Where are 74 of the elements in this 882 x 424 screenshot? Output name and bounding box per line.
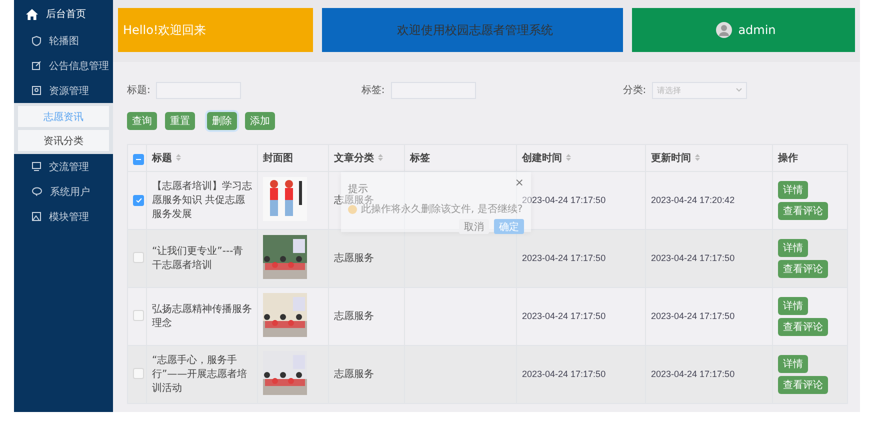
row-action-button[interactable]: 查看评论 bbox=[778, 202, 828, 220]
table-cell: “让我们更专业”---青干志愿者培训 bbox=[152, 246, 244, 270]
table-cell: 志愿服务 bbox=[334, 194, 374, 206]
minus-icon bbox=[136, 158, 141, 160]
column-header: 创建时间 bbox=[522, 153, 562, 164]
edit-icon bbox=[32, 61, 41, 70]
table-cell: 【志愿者培训】学习志愿服务知识 共促志愿服务发展 bbox=[152, 180, 252, 220]
dialog-button[interactable]: 取消 bbox=[459, 219, 489, 234]
table-cell: 2023-04-24 17:17:50 bbox=[651, 369, 735, 379]
dialog-title: 提示 bbox=[348, 184, 368, 195]
row-action-button[interactable]: 查看评论 bbox=[778, 260, 828, 278]
column-header: 文章分类 bbox=[334, 153, 374, 164]
table-cell: 2023-04-24 17:17:50 bbox=[522, 195, 606, 205]
row-action-button[interactable]: 详情 bbox=[778, 181, 808, 199]
submenu-item[interactable]: 志愿资讯 bbox=[18, 106, 109, 127]
table-cell: 2023-04-24 17:17:50 bbox=[522, 311, 606, 321]
table-cell: 2023-04-24 17:17:50 bbox=[651, 253, 735, 263]
sidebar-title: 后台首页 bbox=[46, 8, 86, 21]
sort-icon[interactable] bbox=[176, 154, 181, 161]
sort-icon[interactable] bbox=[695, 154, 700, 161]
column-header: 操作 bbox=[778, 153, 798, 164]
column-header: 更新时间 bbox=[651, 153, 691, 164]
document-icon bbox=[32, 86, 41, 95]
sidebar-item[interactable]: 资源管理 bbox=[14, 78, 113, 103]
banner-text: 欢迎使用校园志愿者管理系统 bbox=[397, 22, 553, 38]
field-label: 分类: bbox=[622, 84, 646, 97]
sidebar-item[interactable]: 轮播图 bbox=[14, 28, 113, 53]
table-cell: 2023-04-24 17:17:50 bbox=[522, 253, 606, 263]
chevron-icon bbox=[736, 88, 742, 92]
column-header: 标签 bbox=[410, 153, 430, 164]
sidebar-item[interactable]: 系统用户 bbox=[14, 179, 113, 204]
table-cell: 2023-04-24 17:20:42 bbox=[651, 195, 735, 205]
monitor-icon bbox=[32, 162, 41, 171]
sidebar-item[interactable]: 公告信息管理 bbox=[14, 53, 113, 78]
image-icon bbox=[32, 212, 41, 221]
sidebar-item[interactable]: 模块管理 bbox=[14, 204, 113, 229]
row-action-button[interactable]: 详情 bbox=[778, 355, 808, 373]
table-cell: 2023-04-24 17:17:50 bbox=[651, 311, 735, 321]
checkbox[interactable] bbox=[133, 195, 144, 206]
field-label: 标签: bbox=[361, 84, 385, 97]
row-action-button[interactable]: 详情 bbox=[778, 297, 808, 315]
table-cell: “志愿手心，服务手行”——开展志愿者培训活动 bbox=[152, 354, 248, 394]
column-header: 封面图 bbox=[263, 153, 293, 164]
action-button[interactable]: 删除 bbox=[207, 112, 237, 130]
dialog-button[interactable]: 确定 bbox=[494, 219, 524, 234]
action-button[interactable]: 重置 bbox=[165, 112, 195, 130]
submenu-item[interactable]: 资讯分类 bbox=[18, 130, 109, 151]
table-cell: 志愿服务 bbox=[334, 252, 374, 264]
sort-icon[interactable] bbox=[566, 154, 571, 161]
column-header: 标题 bbox=[152, 153, 172, 164]
row-action-button[interactable]: 详情 bbox=[778, 239, 808, 257]
table-cell: 志愿服务 bbox=[334, 310, 374, 322]
row-action-button[interactable]: 查看评论 bbox=[778, 318, 828, 336]
select-field[interactable]: 请选择 bbox=[652, 82, 748, 98]
row-action-button[interactable]: 查看评论 bbox=[778, 376, 828, 394]
action-button[interactable]: 添加 bbox=[245, 112, 275, 130]
close-button[interactable]: × bbox=[514, 176, 524, 189]
dialog-message: 此操作将永久删除该文件, 是否继续? bbox=[361, 204, 523, 216]
table-cell: 志愿服务 bbox=[334, 368, 374, 380]
home-icon bbox=[26, 8, 38, 20]
banner-text: Hello!欢迎回来 bbox=[123, 22, 206, 38]
checkbox[interactable] bbox=[133, 154, 144, 164]
table-cell: 2023-04-24 17:17:50 bbox=[522, 369, 606, 379]
check-icon bbox=[136, 198, 142, 203]
chat-icon bbox=[32, 187, 42, 196]
field-label: 标题: bbox=[127, 84, 150, 97]
action-button[interactable]: 查询 bbox=[127, 112, 157, 130]
sort-icon[interactable] bbox=[378, 154, 383, 161]
user-name: admin bbox=[738, 23, 776, 37]
avatar bbox=[716, 22, 732, 38]
table-cell: 弘扬志愿精神传播服务理念 bbox=[152, 304, 252, 328]
sidebar-item[interactable]: 交流管理 bbox=[14, 154, 113, 179]
warning-icon bbox=[348, 204, 357, 214]
shield-icon bbox=[32, 36, 41, 46]
